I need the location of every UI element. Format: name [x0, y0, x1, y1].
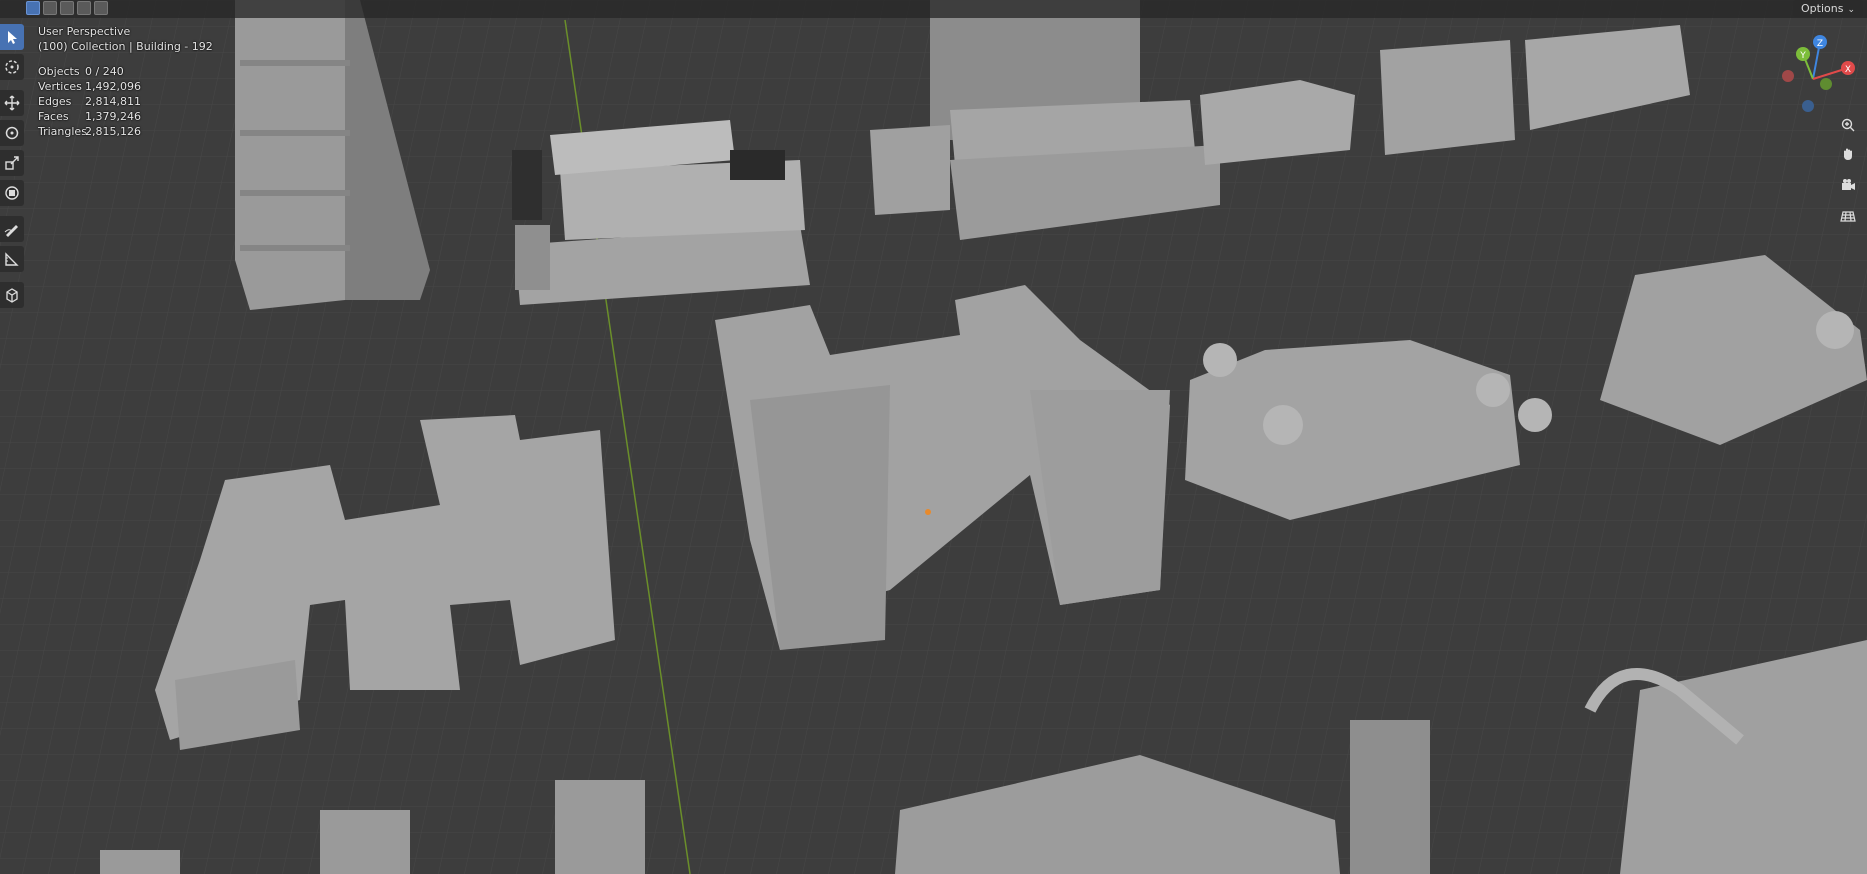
tool-shelf — [0, 24, 24, 312]
select-invert-icon[interactable] — [77, 1, 91, 15]
perspective-label: User Perspective — [38, 25, 131, 38]
viewport-info-overlay: User Perspective (100) Collection | Buil… — [38, 24, 213, 139]
header-bar: Options ⌄ — [0, 0, 1867, 18]
z-axis-label: Z — [1817, 39, 1823, 49]
select-extend-icon[interactable] — [43, 1, 57, 15]
origin-marker — [925, 509, 931, 515]
select-subtract-icon[interactable] — [60, 1, 74, 15]
neg-x-axis-handle[interactable] — [1782, 70, 1794, 82]
cursor-icon[interactable] — [0, 54, 24, 80]
collection-label: (100) Collection | Building - 192 — [38, 40, 213, 53]
transform-icon[interactable] — [0, 180, 24, 206]
navigation-gizmo[interactable]: Z Y X — [1760, 24, 1867, 124]
scale-icon[interactable] — [0, 150, 24, 176]
neg-y-axis-handle[interactable] — [1820, 78, 1832, 90]
annotate-icon[interactable] — [0, 216, 24, 242]
stat-edges: Edges 2,814,811 — [38, 95, 141, 108]
stat-triangles: Triangles 2,815,126 — [38, 125, 141, 138]
options-label: Options — [1801, 2, 1844, 15]
stat-vertices: Vertices 1,492,096 — [38, 80, 141, 93]
move-icon[interactable] — [0, 90, 24, 116]
chevron-down-icon: ⌄ — [1847, 5, 1855, 15]
select-new-icon[interactable] — [26, 1, 40, 15]
scene-canvas — [0, 0, 1867, 874]
add-cube-icon[interactable] — [0, 282, 24, 308]
options-dropdown[interactable]: Options ⌄ — [1793, 0, 1863, 17]
neg-z-axis-handle[interactable] — [1802, 100, 1814, 112]
x-axis-label: X — [1845, 65, 1851, 75]
measure-icon[interactable] — [0, 246, 24, 272]
select-box-icon[interactable] — [0, 24, 24, 50]
scene-statistics: Objects 0 / 240 Vertices 1,492,096 Edges 2,… — [38, 64, 213, 139]
rotate-icon[interactable] — [0, 120, 24, 146]
selection-modes — [26, 1, 108, 15]
select-intersect-icon[interactable] — [94, 1, 108, 15]
zoom-icon[interactable] — [1836, 114, 1860, 136]
stat-objects: Objects 0 / 240 — [38, 65, 124, 78]
3d-viewport[interactable]: Options ⌄ User Perspective (100) Collect… — [0, 0, 1867, 874]
camera-icon[interactable] — [1836, 174, 1860, 196]
grid-view-icon[interactable] — [1836, 205, 1860, 227]
stat-faces: Faces 1,379,246 — [38, 110, 141, 123]
y-axis-label: Y — [1799, 51, 1806, 61]
pan-hand-icon[interactable] — [1836, 143, 1860, 165]
